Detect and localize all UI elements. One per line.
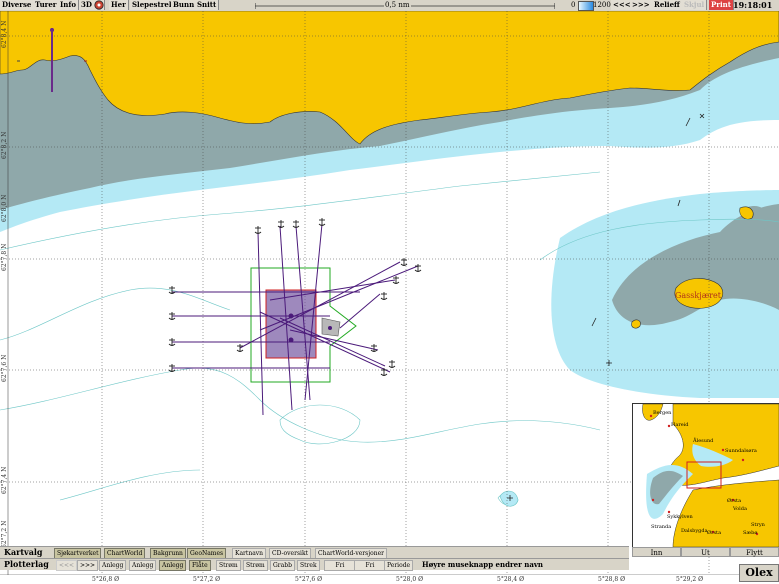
kartvalg-bar: Kartvalg Sjøkartverket ChartWorld Bakgru… <box>0 546 629 559</box>
depth-gradient[interactable] <box>578 1 594 11</box>
layer-strek[interactable]: Strek <box>297 560 320 571</box>
depth-forward-button[interactable]: >>> <box>630 0 653 10</box>
layer-anlegg-1[interactable]: Anlegg <box>99 560 127 571</box>
lat-label: 62°7,4 N <box>1 466 8 494</box>
lat-label: 62°8,0 N <box>1 194 8 222</box>
lat-label: 62°8,4 N <box>1 20 8 48</box>
plotterlag-hint: Høyre museknapp endrer navn <box>422 560 544 569</box>
lat-label: 62°7,2 N <box>1 520 8 548</box>
menu-3d[interactable]: 3D <box>79 0 95 10</box>
minimap-label: Sunndalsøra <box>725 448 757 454</box>
minimap-label: Bergen <box>653 410 672 416</box>
lon-label: 5°28,4 Ø <box>497 576 525 583</box>
plotterlag-bar: Plotterlag <<< >>> Anlegg Anlegg Anlegg … <box>0 558 629 571</box>
lat-label: 62°7,6 N <box>1 354 8 382</box>
move-button[interactable]: Flytt <box>730 547 779 557</box>
kartvalg-title: Kartvalg <box>4 547 43 557</box>
minimap-label: Stryn <box>751 522 765 528</box>
depth-max: 1200 <box>593 1 611 9</box>
her-button[interactable]: Her <box>109 0 129 10</box>
layer-grabb[interactable]: Grabb <box>270 560 295 571</box>
hide-button[interactable]: Skjul <box>682 0 708 10</box>
minimap-label: Ålesund <box>693 438 714 444</box>
lon-label: 5°26,8 Ø <box>92 576 120 583</box>
lon-label: 5°27,6 Ø <box>295 576 323 583</box>
menu-info[interactable]: Info <box>58 0 80 10</box>
relief-button[interactable]: Relieff <box>652 0 683 10</box>
zoom-out-button[interactable]: Ut <box>681 547 730 557</box>
bunn-button[interactable]: Bunn <box>171 0 198 10</box>
compass-button[interactable] <box>94 0 105 10</box>
lon-label: 5°28,0 Ø <box>396 576 424 583</box>
layer-flate[interactable]: Flåte <box>189 560 211 571</box>
minimap-label: Hareid <box>671 422 689 428</box>
lat-label: 62°7,8 N <box>1 243 8 271</box>
depth-min: 0 <box>571 1 576 9</box>
layer-anlegg-2[interactable]: Anlegg <box>129 560 157 571</box>
layer-anlegg-3[interactable]: Anlegg <box>159 560 187 571</box>
minimap-label: Ørsta <box>707 530 722 536</box>
lon-label: 5°27,2 Ø <box>193 576 221 583</box>
land-islet <box>631 319 641 329</box>
minimap-label: Sykkylven <box>667 514 693 520</box>
lon-label: 5°28,8 Ø <box>598 576 626 583</box>
plotterlag-title: Plotterlag <box>4 559 49 569</box>
plotterlag-back[interactable]: <<< <box>56 560 78 571</box>
lat-label: 62°8,2 N <box>1 131 8 159</box>
layer-periode[interactable]: Periode <box>384 560 414 571</box>
menu-turer[interactable]: Turer <box>33 0 60 10</box>
olex-logo: Olex <box>739 564 779 582</box>
minimap-label: Volda <box>733 506 747 512</box>
zoom-in-button[interactable]: Inn <box>632 547 681 557</box>
clock: 19:18:01 <box>733 0 773 10</box>
minimap-label: Sæbø <box>743 530 758 536</box>
print-button[interactable]: Print <box>709 0 734 10</box>
plotterlag-forward[interactable]: >>> <box>77 560 99 571</box>
scale-label: 0,5 nm <box>384 0 411 10</box>
layer-strom-2[interactable]: Strøm <box>243 560 268 571</box>
snitt-button[interactable]: Snitt <box>195 0 220 10</box>
lon-label: 5°29,2 Ø <box>676 576 704 583</box>
layer-fri-2[interactable]: Fri <box>354 560 386 571</box>
place-gasskjaeret: Gasskjæret <box>675 291 722 300</box>
minimap-label: Dalsbygda <box>681 528 708 534</box>
layer-strom-1[interactable]: Strøm <box>216 560 241 571</box>
slepestrek-button[interactable]: Slepestrek <box>130 0 177 10</box>
menu-diverse[interactable]: Diverse <box>0 0 35 10</box>
overview-minimap[interactable]: Bergen Hareid Ålesund Sunndalsøra Ørsta … <box>632 403 779 548</box>
compass-icon <box>94 0 104 10</box>
minimap-controls: Inn Ut Flytt <box>632 547 779 557</box>
minimap-label: Stranda <box>651 524 672 530</box>
layer-fri-1[interactable]: Fri <box>324 560 356 571</box>
minimap-label: Ørsta <box>727 498 742 504</box>
